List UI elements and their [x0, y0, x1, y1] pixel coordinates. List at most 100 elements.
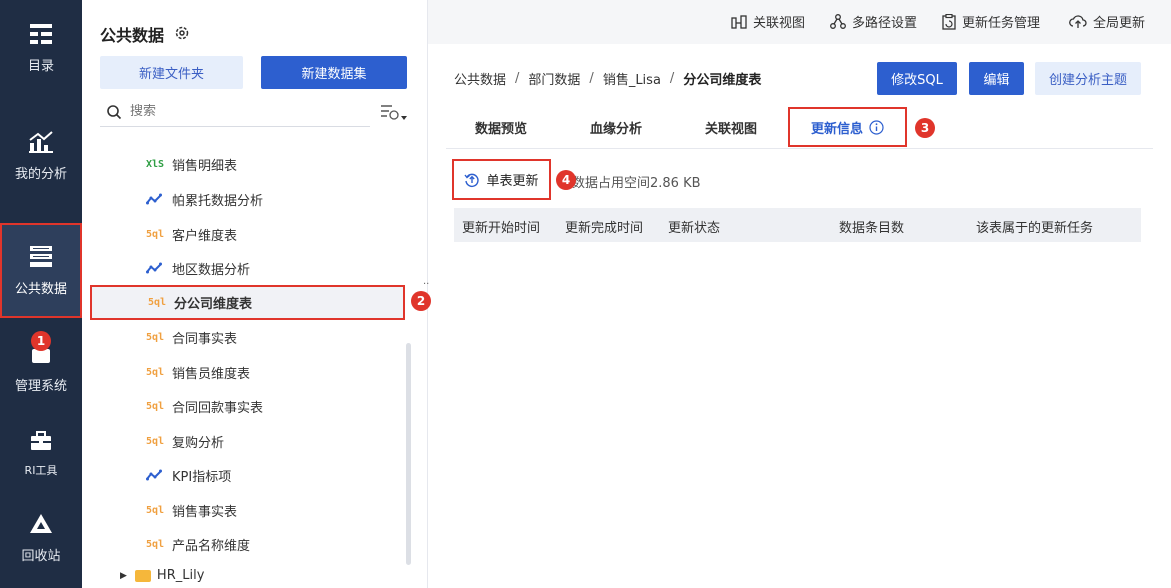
column-header: 更新完成时间	[565, 221, 644, 236]
nav-label-ri-tools: RI工具	[24, 463, 58, 477]
sql-file-icon: 5ql	[146, 504, 165, 516]
single-table-update-button[interactable]: 单表更新	[452, 159, 551, 200]
breadcrumb-current: 分公司维度表	[683, 73, 762, 88]
tree-item-analysis[interactable]: 地区数据分析	[146, 252, 250, 284]
panel-title: 公共数据	[100, 26, 165, 45]
nav-label-my-analysis: 我的分析	[14, 167, 67, 182]
tree-item-sql[interactable]: 5ql 合同事实表	[146, 321, 237, 353]
new-dataset-button[interactable]: 新建数据集	[261, 56, 407, 89]
tree-item-sql[interactable]: 5ql 销售事实表	[146, 494, 237, 526]
edit-button[interactable]: 编辑	[969, 62, 1024, 95]
tree-item-label: 复购分析	[172, 435, 225, 451]
data-space-info: 数据占用空间2.86 KB	[572, 176, 701, 191]
create-analysis-theme-button[interactable]: 创建分析主题	[1035, 62, 1141, 95]
column-header: 数据条目数	[839, 221, 905, 236]
step-badge-2: 2	[411, 291, 431, 311]
trend-line-icon	[146, 469, 166, 481]
topbar-multipath[interactable]: 多路径设置	[830, 12, 917, 31]
nav-item-recycle[interactable]: 回收站	[0, 490, 82, 585]
update-table-header: 更新开始时间 更新完成时间 更新状态 数据条目数 该表属于的更新任务	[454, 208, 1141, 242]
tree-item-sql[interactable]: 5ql 合同回款事实表	[146, 390, 263, 422]
filter-sort-icon[interactable]	[380, 103, 408, 123]
gear-icon[interactable]	[174, 25, 190, 41]
tree-item-label: 销售事实表	[172, 504, 238, 520]
step-badge-1: 1	[31, 331, 51, 351]
tree-item-label: 帕累托数据分析	[172, 193, 264, 209]
info-icon[interactable]	[869, 119, 884, 135]
topbar-related-view[interactable]: 关联视图	[731, 12, 805, 31]
breadcrumb-item[interactable]: 销售_Lisa	[603, 69, 661, 88]
tree-item-label: 合同事实表	[172, 331, 238, 347]
column-header: 更新状态	[668, 221, 721, 236]
tab-update-info[interactable]: 更新信息	[788, 107, 907, 147]
sql-file-icon: 5ql	[146, 538, 165, 550]
top-toolbar: 关联视图 多路径设置 更新任务管理 全局更新	[428, 0, 1171, 44]
task-manage-icon	[942, 13, 956, 30]
topbar-action-label: 关联视图	[753, 16, 806, 31]
tree-item-sql[interactable]: 5ql 销售员维度表	[146, 356, 250, 388]
cloud-update-icon	[1069, 15, 1087, 28]
tab-data-preview[interactable]: 数据预览	[475, 118, 527, 137]
topbar-update-task-manage[interactable]: 更新任务管理	[942, 12, 1040, 31]
analysis-icon	[28, 129, 54, 155]
new-folder-button[interactable]: 新建文件夹	[100, 56, 243, 89]
tree-item-label: 地区数据分析	[172, 262, 251, 278]
public-data-icon	[28, 244, 54, 270]
tree-item-analysis[interactable]: 帕累托数据分析	[146, 183, 263, 215]
breadcrumb-item[interactable]: 公共数据	[454, 69, 506, 88]
tree-item-sql[interactable]: 5ql 复购分析	[146, 425, 224, 457]
tab-lineage[interactable]: 血缘分析	[590, 118, 642, 137]
search-box	[100, 97, 370, 127]
modify-sql-button[interactable]: 修改SQL	[877, 62, 957, 95]
tab-update-info-label: 更新信息	[810, 121, 863, 137]
step-badge-4: 4	[556, 170, 576, 190]
sql-file-icon: 5ql	[146, 228, 165, 240]
nav-item-ri-tools[interactable]: RI工具	[0, 405, 82, 500]
tree-scrollbar[interactable]	[406, 343, 411, 565]
sql-file-icon: 5ql	[146, 435, 165, 447]
tree-item-label: 销售明细表	[172, 158, 238, 174]
sql-file-icon: 5ql	[146, 400, 165, 412]
nav-item-public-data[interactable]: 公共数据	[0, 223, 82, 318]
catalog-icon	[28, 21, 54, 47]
breadcrumb: 公共数据 / 部门数据 / 销售_Lisa / 分公司维度表	[454, 69, 761, 88]
data-tree-panel: 公共数据 新建文件夹 新建数据集 XlS 销售明细表 帕累托数据分析 5ql	[82, 0, 428, 588]
tree-item-selected[interactable]: 5ql 分公司维度表	[90, 285, 405, 320]
sql-file-icon: 5ql	[146, 331, 165, 343]
tabs-divider	[446, 148, 1153, 149]
tab-related-view[interactable]: 关联视图	[705, 118, 757, 137]
tree-item-sql[interactable]: 5ql 产品名称维度	[146, 528, 250, 560]
column-header: 更新开始时间	[462, 221, 541, 236]
single-table-update-label: 单表更新	[486, 174, 539, 189]
tree-item-label: 销售员维度表	[172, 366, 251, 382]
tree-item-xls[interactable]: XlS 销售明细表	[146, 148, 237, 180]
step-badge-3: 3	[915, 118, 935, 138]
tree-item-label: KPI指标项	[172, 469, 232, 485]
tree-item-analysis[interactable]: KPI指标项	[146, 459, 231, 491]
nav-item-my-analysis[interactable]: 我的分析	[0, 108, 82, 203]
nav-label-admin: 管理系统	[14, 379, 67, 394]
panel-resize-handle[interactable]: ··	[423, 280, 429, 290]
breadcrumb-separator: /	[669, 71, 675, 86]
left-nav: 目录 我的分析 公共数据 管理系统 RI工具 回收站	[0, 0, 82, 588]
recycle-icon	[28, 511, 54, 537]
search-icon	[106, 104, 122, 120]
topbar-action-label: 全局更新	[1093, 16, 1146, 31]
refresh-upload-icon	[464, 173, 480, 187]
topbar-action-label: 多路径设置	[852, 16, 918, 31]
caret-right-icon[interactable]: ▶	[120, 571, 127, 581]
tree-item-label: 客户维度表	[172, 228, 238, 244]
xls-file-icon: XlS	[146, 158, 165, 170]
tree-item-sql[interactable]: 5ql 客户维度表	[146, 218, 237, 250]
trend-line-icon	[146, 193, 166, 205]
nav-label-catalog: 目录	[27, 59, 54, 74]
nav-item-catalog[interactable]: 目录	[0, 0, 82, 95]
tree-folder-hr-lily[interactable]: ▶ HR_Lily	[120, 568, 204, 583]
breadcrumb-separator: /	[589, 71, 594, 86]
search-input[interactable]	[130, 104, 350, 119]
tree-item-label: 产品名称维度	[172, 538, 251, 554]
topbar-global-update[interactable]: 全局更新	[1069, 12, 1145, 31]
sql-file-icon: 5ql	[146, 366, 165, 378]
breadcrumb-item[interactable]: 部门数据	[528, 69, 580, 88]
folder-icon	[134, 569, 151, 582]
